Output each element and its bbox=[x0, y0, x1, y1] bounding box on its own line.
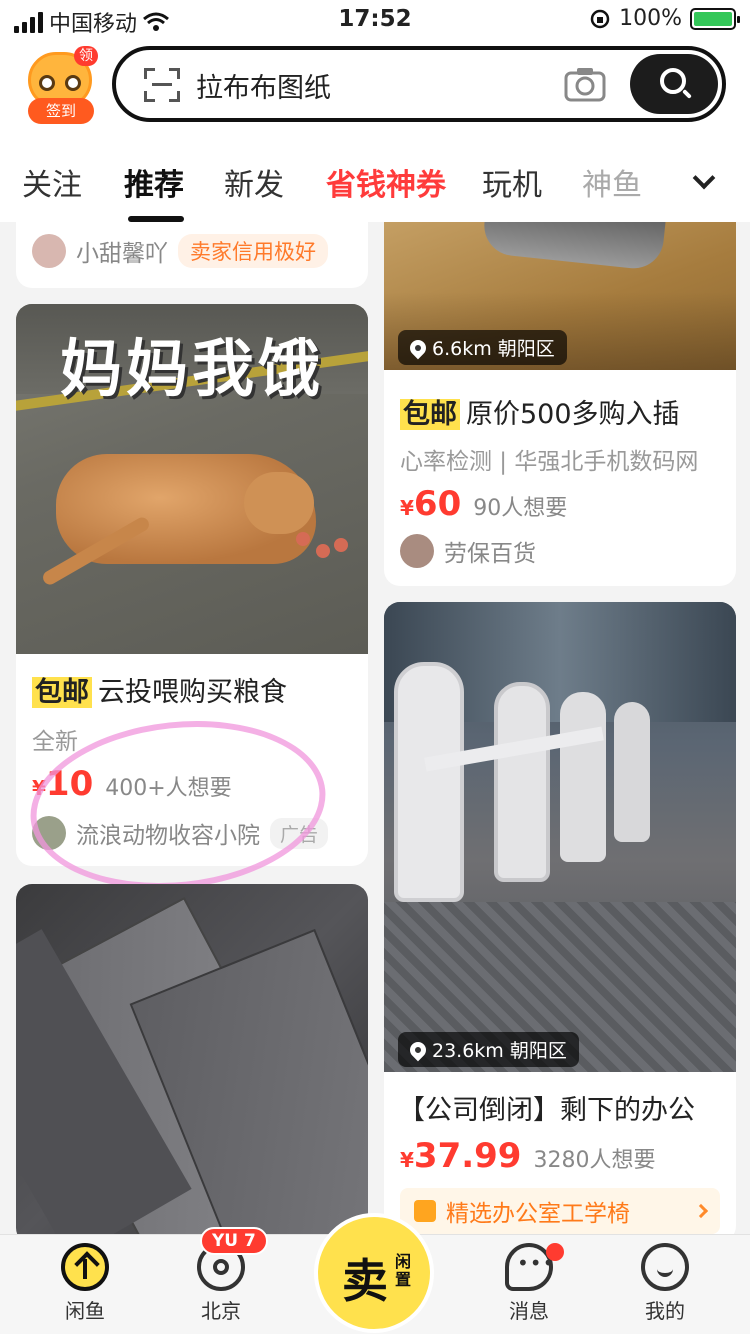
seller-name: 流浪动物收容小院 bbox=[76, 823, 260, 849]
nav-me-label: 我的 bbox=[645, 1299, 685, 1323]
chevron-down-icon[interactable] bbox=[692, 166, 716, 190]
location-tag: 6.6km 朝阳区 bbox=[398, 330, 567, 365]
currency: ¥ bbox=[32, 776, 46, 800]
nav-city[interactable]: 北京 bbox=[166, 1243, 276, 1324]
item-card[interactable]: 妈妈我饿 包邮 云投喂购买粮食 全新 ¥10 400+人想要 流浪动物收容小院 广告 bbox=[16, 304, 368, 866]
item-title: 包邮 云投喂购买粮食 bbox=[32, 670, 352, 709]
item-condition: 全新 bbox=[32, 729, 78, 755]
tab-new[interactable]: 新发 bbox=[224, 160, 284, 204]
item-title-text: 云投喂购买粮食 bbox=[98, 677, 287, 708]
item-title-text: 原价500多购入插 bbox=[466, 399, 680, 430]
unread-dot bbox=[546, 1243, 564, 1261]
free-shipping-tag: 包邮 bbox=[32, 677, 92, 708]
tab-coupons[interactable]: 省钱神券 bbox=[326, 160, 446, 204]
category-tabs: 关注 推荐 新发 省钱神券 玩机 神鱼 bbox=[0, 150, 750, 222]
bottom-nav: 闲鱼 北京 YU 7 卖 闲置 消息 我的 bbox=[0, 1213, 750, 1334]
location-pin-icon bbox=[406, 336, 430, 359]
product-image bbox=[16, 884, 368, 1234]
seller-row: 劳保百货 bbox=[400, 534, 536, 568]
price: 10 bbox=[45, 764, 94, 804]
tab-recommended[interactable]: 推荐 bbox=[124, 160, 184, 204]
tab-gadgets[interactable]: 玩机 bbox=[482, 160, 542, 204]
price-row: ¥60 90人想要 bbox=[400, 484, 567, 524]
signin-button[interactable]: 领 签到 bbox=[24, 46, 98, 124]
status-bar: 中国移动 17:52 100% bbox=[0, 0, 750, 40]
search-button[interactable] bbox=[630, 54, 718, 114]
home-icon bbox=[61, 1243, 109, 1291]
price: 60 bbox=[413, 484, 462, 524]
nav-city-label: 北京 bbox=[201, 1299, 241, 1323]
product-image: 妈妈我饿 bbox=[16, 304, 368, 654]
profile-icon bbox=[641, 1243, 689, 1291]
ad-badge: 广告 bbox=[270, 817, 329, 849]
search-input[interactable]: 拉布布图纸 bbox=[196, 66, 331, 105]
signin-label: 签到 bbox=[28, 98, 94, 124]
item-card[interactable]: 小甜馨吖 卖家信用极好 bbox=[16, 222, 368, 288]
want-count: 90人想要 bbox=[473, 496, 568, 521]
currency: ¥ bbox=[400, 1148, 414, 1172]
location-text: 6.6km 朝阳区 bbox=[432, 338, 555, 360]
avatar bbox=[32, 234, 66, 268]
seller-row: 小甜馨吖 卖家信用极好 bbox=[32, 234, 328, 268]
sell-button[interactable]: 卖 闲置 bbox=[314, 1213, 434, 1333]
location-tag: 23.6km 朝阳区 bbox=[398, 1032, 579, 1067]
tab-shenyu[interactable]: 神鱼 bbox=[582, 160, 648, 204]
avatar bbox=[32, 816, 66, 850]
currency: ¥ bbox=[400, 496, 414, 520]
location-pin-icon bbox=[406, 1038, 430, 1061]
camera-icon[interactable] bbox=[564, 66, 606, 102]
price: 37.99 bbox=[413, 1136, 522, 1176]
feed: 小甜馨吖 卖家信用极好 妈妈我饿 包邮 云投喂购买粮食 全新 ¥10 400+人想要… bbox=[0, 222, 750, 1234]
product-image bbox=[384, 602, 736, 1072]
city-badge: YU 7 bbox=[200, 1227, 268, 1255]
header: 领 签到 拉布布图纸 关注 推荐 新发 省钱神券 玩机 神鱼 bbox=[0, 40, 750, 222]
sell-sub-label: 闲置 bbox=[394, 1252, 411, 1289]
item-title: 【公司倒闭】剩下的办公 bbox=[398, 1095, 695, 1126]
nav-home[interactable]: 闲鱼 bbox=[30, 1243, 140, 1324]
search-bar[interactable]: 拉布布图纸 bbox=[112, 46, 726, 122]
want-count: 400+人想要 bbox=[105, 776, 232, 801]
want-count: 3280人想要 bbox=[533, 1148, 656, 1173]
item-title: 包邮 原价500多购入插 bbox=[400, 392, 720, 431]
nav-me[interactable]: 我的 bbox=[610, 1243, 720, 1324]
credit-badge: 卖家信用极好 bbox=[178, 234, 328, 268]
sell-label: 卖 bbox=[342, 1254, 388, 1308]
seller-name: 小甜馨吖 bbox=[76, 241, 168, 267]
nav-home-label: 闲鱼 bbox=[65, 1299, 105, 1323]
price-row: ¥37.99 3280人想要 bbox=[400, 1136, 655, 1176]
free-shipping-tag: 包邮 bbox=[400, 399, 460, 430]
seller-name: 劳保百货 bbox=[444, 541, 536, 567]
status-right: 100% bbox=[589, 6, 740, 31]
location-text: 23.6km 朝阳区 bbox=[432, 1040, 567, 1062]
item-card[interactable]: 6.6km 朝阳区 包邮 原价500多购入插 心率检测 | 华强北手机数码网 ¥6… bbox=[384, 222, 736, 586]
item-card[interactable] bbox=[16, 884, 368, 1234]
promo-text: 精选办公室工学椅 bbox=[446, 1201, 630, 1227]
promo-link[interactable]: 精选办公室工学椅 bbox=[400, 1188, 720, 1234]
avatar bbox=[400, 534, 434, 568]
battery-percent: 100% bbox=[619, 6, 682, 31]
tab-follow[interactable]: 关注 bbox=[22, 160, 82, 204]
item-card[interactable]: 23.6km 朝阳区 【公司倒闭】剩下的办公 ¥37.99 3280人想要 精选办… bbox=[384, 602, 736, 1234]
scan-icon[interactable] bbox=[144, 68, 180, 102]
chevron-right-icon bbox=[693, 1203, 709, 1219]
shopping-bag-icon bbox=[414, 1200, 436, 1222]
orientation-lock-icon bbox=[590, 9, 610, 28]
image-caption: 妈妈我饿 bbox=[59, 332, 324, 405]
nav-messages[interactable]: 消息 bbox=[474, 1243, 584, 1324]
item-desc: 心率检测 | 华强北手机数码网 bbox=[400, 449, 699, 475]
claim-badge: 领 bbox=[74, 46, 98, 66]
nav-messages-label: 消息 bbox=[509, 1299, 549, 1323]
battery-icon bbox=[690, 7, 740, 30]
seller-row: 流浪动物收容小院 广告 bbox=[32, 816, 329, 850]
price-row: ¥10 400+人想要 bbox=[32, 764, 232, 804]
